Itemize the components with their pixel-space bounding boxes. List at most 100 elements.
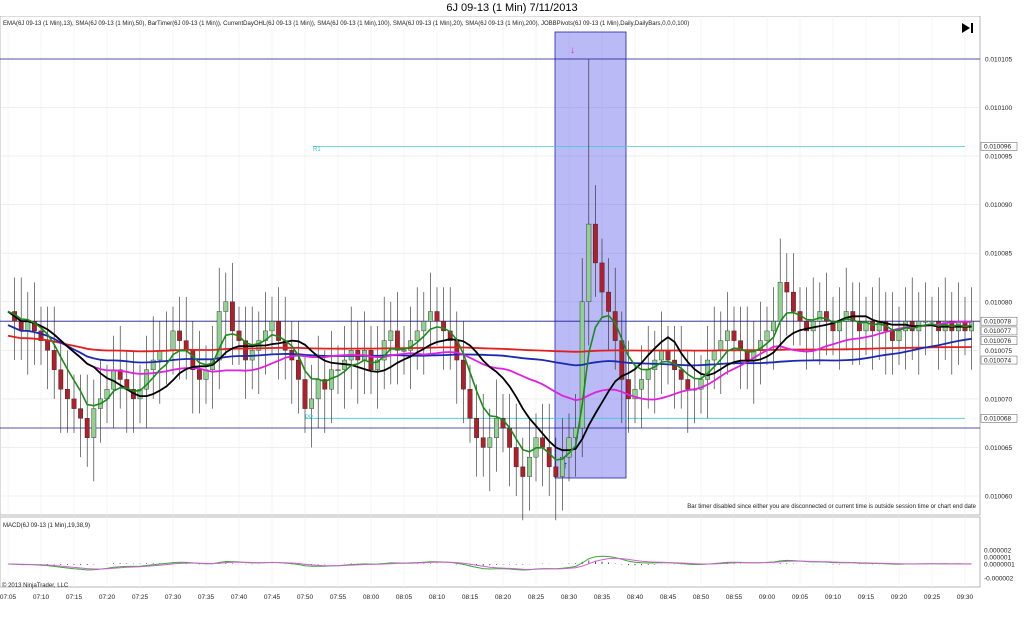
up-candle	[923, 321, 928, 323]
pp-label: PP	[305, 415, 313, 421]
buy-arrow-icon: ↑	[563, 460, 568, 471]
up-candle	[718, 340, 724, 351]
down-candle	[665, 350, 671, 361]
down-candle	[467, 388, 473, 419]
down-candle	[553, 466, 559, 477]
price-tick-label: 0.010090	[985, 202, 1012, 209]
up-candle	[586, 223, 592, 302]
indicator-caption: EMA(6J 09-13 (1 Min),13), SMA(6J 09-13 (…	[3, 21, 689, 27]
price-marker-label: 0.010074	[984, 357, 1011, 364]
down-candle	[183, 340, 189, 351]
price-tick-label: 0.010085	[985, 251, 1012, 258]
r1-label: R1	[313, 147, 321, 153]
down-candle	[474, 418, 479, 438]
time-axis-label: 08:55	[726, 594, 743, 601]
down-candle	[78, 408, 84, 419]
time-axis-label: 07:10	[33, 594, 50, 601]
up-candle	[711, 350, 717, 361]
down-candle	[480, 437, 486, 448]
up-candle	[810, 321, 816, 332]
down-candle	[731, 330, 737, 341]
up-candle	[764, 330, 770, 341]
down-candle	[520, 466, 526, 477]
down-candle	[791, 291, 796, 312]
time-axis-label: 08:15	[462, 594, 479, 601]
time-axis-label: 08:50	[693, 594, 710, 601]
time-axis-label: 07:40	[231, 594, 248, 601]
macd-caption: MACD(6J 09-13 (1 Min),19,38,9)	[3, 523, 90, 529]
up-candle	[421, 321, 427, 332]
down-candle	[685, 379, 691, 390]
up-candle	[929, 321, 935, 323]
down-candle	[229, 301, 235, 332]
up-candle	[315, 379, 321, 400]
time-axis-label: 09:20	[891, 594, 908, 601]
up-candle	[817, 311, 823, 322]
price-marker-label: 0.010078	[984, 319, 1011, 326]
macd-tick-label: 0.000001	[984, 554, 1011, 561]
down-candle	[196, 369, 202, 380]
up-candle	[645, 369, 651, 380]
down-candle	[177, 330, 182, 341]
up-candle	[725, 330, 730, 341]
down-candle	[540, 437, 546, 448]
up-candle	[170, 330, 176, 351]
up-candle	[771, 321, 777, 332]
price-marker-label: 0.010076	[984, 338, 1011, 345]
time-axis-label: 07:45	[264, 594, 281, 601]
down-candle	[71, 398, 77, 409]
macd-tick-label: -0.000002	[984, 575, 1014, 582]
down-candle	[890, 330, 895, 341]
up-candle	[269, 321, 275, 332]
window-title: 6J 09-13 (1 Min) 7/11/2013	[446, 2, 578, 14]
up-candle	[335, 369, 341, 371]
bar-timer-message: Bar timer disabled since either you are …	[687, 504, 976, 510]
up-candle	[388, 330, 394, 341]
price-tick-label: 0.010075	[985, 348, 1012, 355]
down-candle	[599, 262, 605, 293]
up-candle	[25, 321, 31, 332]
time-axis-label: 09:10	[825, 594, 842, 601]
up-candle	[401, 350, 407, 352]
down-candle	[296, 359, 301, 380]
down-candle	[51, 350, 57, 370]
time-axis-label: 08:20	[495, 594, 512, 601]
copyright-text: © 2013 NinjaTrader, LLC	[2, 582, 69, 589]
price-tick-label: 0.010080	[985, 299, 1012, 306]
down-candle	[546, 447, 552, 468]
up-candle	[91, 408, 97, 438]
down-candle	[434, 311, 440, 322]
time-axis-label: 07:20	[99, 594, 116, 601]
up-candle	[223, 301, 229, 312]
chart-area[interactable]: ↓ ↑ 0.010105 0.010100 0.010095 0.010090 0.010…	[0, 15, 1024, 616]
down-candle	[513, 447, 519, 468]
macd-tick-label: 0.0000001	[984, 561, 1015, 568]
time-axis-label: 08:35	[594, 594, 611, 601]
up-candle	[414, 330, 420, 341]
up-candle	[777, 282, 783, 322]
macd-tick-label: 0.000002	[984, 547, 1011, 554]
time-axis-label: 07:15	[66, 594, 83, 601]
down-candle	[606, 291, 612, 312]
down-candle	[64, 388, 70, 400]
down-candle	[619, 340, 625, 380]
down-candle	[461, 359, 466, 390]
price-marker-label: 0.010068	[984, 416, 1011, 423]
time-axis-label: 08:45	[660, 594, 677, 601]
up-candle	[705, 359, 711, 380]
down-candle	[84, 418, 90, 438]
sell-arrow-icon: ↓	[570, 45, 575, 56]
price-tick-label: 0.010065	[985, 445, 1012, 452]
down-candle	[58, 369, 64, 390]
up-candle	[903, 321, 909, 332]
up-candle	[527, 456, 532, 477]
down-candle	[784, 282, 790, 293]
time-axis-label: 09:30	[957, 594, 974, 601]
time-axis-label: 08:30	[561, 594, 578, 601]
time-axis-label: 08:25	[528, 594, 545, 601]
down-candle	[678, 369, 684, 380]
time-axis-label: 07:25	[132, 594, 149, 601]
up-candle	[639, 379, 645, 390]
up-candle	[428, 311, 433, 322]
chart-svg[interactable]: ↓ ↑ 0.010105 0.010100 0.010095 0.010090 0.010…	[0, 15, 1024, 616]
